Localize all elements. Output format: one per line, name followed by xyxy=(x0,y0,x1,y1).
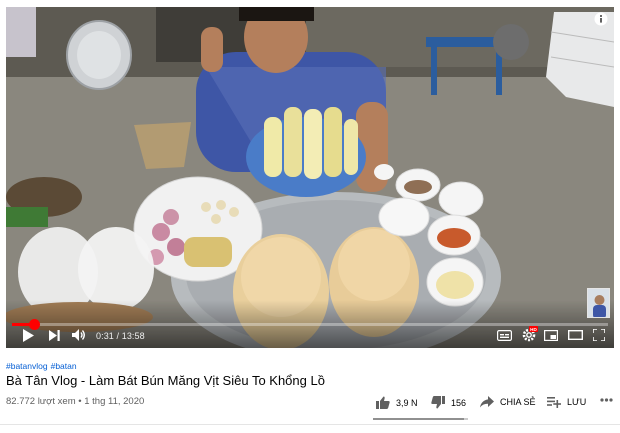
upload-date: 1 thg 11, 2020 xyxy=(84,396,145,407)
dislike-count: 156 xyxy=(451,397,467,408)
meta-separator: • xyxy=(78,396,82,407)
more-horizontal-icon xyxy=(600,398,613,402)
share-button[interactable]: CHIA SẺ xyxy=(480,396,536,408)
next-button[interactable] xyxy=(47,327,61,343)
video-meta: 82.772 lượt xem • 1 thg 11, 2020 xyxy=(6,396,144,407)
like-count: 3,9 N xyxy=(396,397,418,408)
fullscreen-button[interactable] xyxy=(591,327,607,343)
hashtag-link[interactable]: #batanvlog xyxy=(6,361,48,371)
video-title: Bà Tân Vlog - Làm Bát Bún Măng Vịt Siêu … xyxy=(6,373,325,388)
video-player[interactable]: 0:31 / 13:58 HD xyxy=(6,7,614,348)
thumbs-down-icon xyxy=(431,396,445,409)
progress-bar[interactable] xyxy=(12,319,608,330)
time-display: 0:31 / 13:58 xyxy=(96,331,145,341)
thumbs-up-icon xyxy=(376,396,390,409)
divider xyxy=(0,424,620,425)
channel-watermark[interactable] xyxy=(587,288,610,318)
theater-mode-button[interactable] xyxy=(567,327,583,343)
hashtags: #batanvlog #batan xyxy=(6,361,80,371)
volume-icon xyxy=(72,329,85,341)
hd-badge-icon: HD xyxy=(529,326,538,332)
svg-text:HD: HD xyxy=(530,327,537,332)
info-icon[interactable] xyxy=(594,12,608,26)
sentiment-bar-likes xyxy=(373,418,465,420)
subtitles-button[interactable] xyxy=(496,327,512,343)
share-label: CHIA SẺ xyxy=(500,397,536,407)
subtitles-icon xyxy=(496,329,512,341)
play-icon xyxy=(22,328,34,342)
like-button[interactable]: 3,9 N xyxy=(376,396,418,409)
sentiment-bar xyxy=(373,418,468,420)
dislike-button[interactable]: 156 xyxy=(431,396,466,409)
miniplayer-button[interactable] xyxy=(543,327,559,343)
settings-button[interactable]: HD xyxy=(520,326,538,343)
theater-icon xyxy=(567,330,583,340)
save-button[interactable]: LƯU xyxy=(547,396,586,408)
fullscreen-icon xyxy=(593,329,605,341)
add-to-playlist-icon xyxy=(547,397,561,408)
view-count: 82.772 lượt xem xyxy=(6,396,76,407)
video-frame xyxy=(6,7,614,348)
volume-button[interactable] xyxy=(71,327,87,343)
share-icon xyxy=(480,396,494,408)
miniplayer-icon xyxy=(544,329,558,341)
hashtag-link[interactable]: #batan xyxy=(51,361,77,371)
play-button[interactable] xyxy=(21,327,35,343)
save-label: LƯU xyxy=(567,397,587,407)
more-actions-button[interactable] xyxy=(600,398,619,402)
skip-next-icon xyxy=(48,329,60,341)
